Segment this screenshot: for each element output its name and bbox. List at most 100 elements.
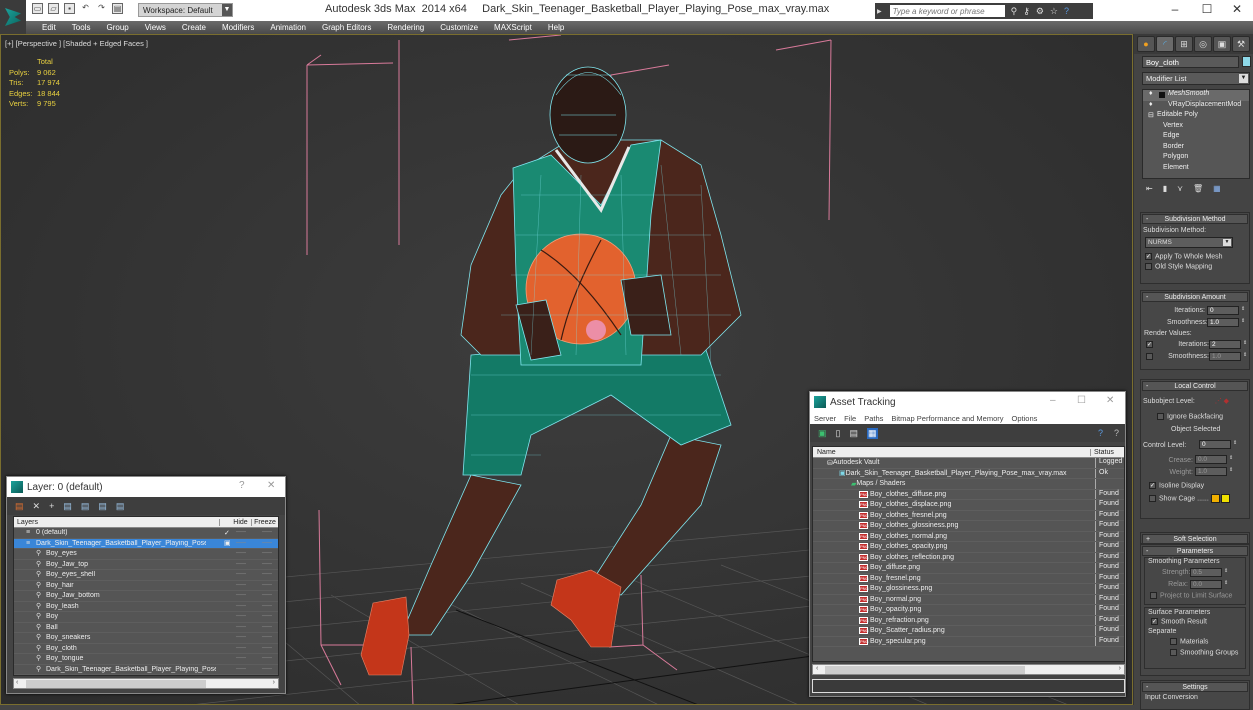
hide-toggle[interactable]: ── xyxy=(236,529,246,536)
menu-paths[interactable]: Paths xyxy=(864,414,883,423)
close-button[interactable]: ✕ xyxy=(1222,2,1252,16)
rollout-header[interactable]: - Subdivision Amount xyxy=(1142,292,1248,302)
layer-row[interactable]: ⚲ Boy_Jaw_top ── ── xyxy=(14,560,278,570)
asset-row[interactable]: PNG Boy_clothes_normal.png Found xyxy=(813,531,1124,542)
project-folder-icon[interactable]: ▤ xyxy=(112,3,123,14)
freeze-toggle[interactable]: ── xyxy=(262,529,272,536)
menu-graph-editors[interactable]: Graph Editors xyxy=(314,23,379,32)
cage-color-swatch[interactable] xyxy=(1210,493,1220,503)
project-limit-surface-checkbox[interactable]: Project to Limit Surface xyxy=(1150,592,1242,599)
hide-toggle[interactable]: ── xyxy=(236,624,246,631)
asset-row[interactable]: ⛁ Autodesk VaultLogged O xyxy=(813,458,1124,469)
asset-row[interactable]: PNG Boy_fresnel.png Found xyxy=(813,573,1124,584)
hide-toggle[interactable]: ── xyxy=(236,666,246,673)
freeze-toggle[interactable]: ── xyxy=(262,540,272,547)
stack-item-vraydisplacement[interactable]: ♦ VRayDisplacementMod xyxy=(1143,101,1249,112)
show-end-result-icon[interactable]: ▮ xyxy=(1163,184,1167,193)
asset-row[interactable]: PNG Boy_clothes_reflection.png Found xyxy=(813,552,1124,563)
dialog-title-bar[interactable]: Asset Tracking – ☐ ✕ xyxy=(810,392,1125,412)
context-help-icon[interactable]: ? xyxy=(1114,428,1119,438)
hide-all-icon[interactable]: ▤ xyxy=(98,501,107,512)
stack-item-edge[interactable]: Edge xyxy=(1143,132,1249,143)
subdivision-method-dropdown[interactable]: NURMS ▼ xyxy=(1145,237,1233,248)
help-icon[interactable]: ? xyxy=(1064,6,1069,17)
minimize-button[interactable]: – xyxy=(1160,2,1190,16)
hide-toggle[interactable]: ── xyxy=(236,540,246,547)
rollout-header[interactable]: - Subdivision Method xyxy=(1142,214,1248,224)
ignore-backfacing-checkbox[interactable]: Ignore Backfacing xyxy=(1157,413,1249,420)
menu-server[interactable]: Server xyxy=(814,414,836,423)
menu-animation[interactable]: Animation xyxy=(262,23,314,32)
menu-views[interactable]: Views xyxy=(137,23,174,32)
spinner-arrows-icon[interactable]: ⇕ xyxy=(1241,318,1246,327)
layer-row[interactable]: ⚲ Boy_eyes ── ── xyxy=(14,549,278,560)
show-cage-checkbox[interactable]: Show Cage ...... xyxy=(1149,493,1249,503)
star-icon[interactable]: ☆ xyxy=(1050,6,1058,17)
list-view-icon[interactable]: ▯ xyxy=(836,428,841,439)
set-current-layer-icon[interactable]: ▣ xyxy=(224,539,231,547)
smoothness-spinner[interactable]: Smoothness: 1.0 ⇕ xyxy=(1167,318,1249,327)
freeze-toggle[interactable]: ── xyxy=(262,613,272,620)
spinner-arrows-icon[interactable]: ⇕ xyxy=(1224,580,1229,589)
highlight-icon[interactable]: ▤ xyxy=(81,501,90,512)
layer-row[interactable]: ⚲ Boy_hair ── ── xyxy=(14,581,278,591)
hide-toggle[interactable]: ── xyxy=(236,613,246,620)
vault-login-icon[interactable]: ▣ xyxy=(818,428,827,439)
undo-icon[interactable]: ↶ xyxy=(80,3,91,14)
layer-row[interactable]: ⚲ Boy_leash ── ── xyxy=(14,602,278,612)
lightbulb-icon[interactable]: ♦ xyxy=(1149,90,1153,97)
dialog-title-bar[interactable]: Layer: 0 (default) ? ✕ xyxy=(7,477,285,497)
layer-row[interactable]: ⚲ Boy ── ── xyxy=(14,612,278,623)
rollout-header[interactable]: + Soft Selection xyxy=(1142,534,1248,544)
workspace-dropdown[interactable]: Workspace: Default ▼ xyxy=(138,3,233,17)
isoline-display-checkbox[interactable]: ✓ Isoline Display xyxy=(1149,482,1249,490)
hide-toggle[interactable]: ── xyxy=(236,571,246,578)
stack-item-polygon[interactable]: Polygon xyxy=(1143,153,1249,164)
current-layer-check-icon[interactable]: ✓ xyxy=(224,529,230,537)
control-level-spinner[interactable]: Control Level: 0 ⇕ xyxy=(1143,440,1249,450)
scrollbar-thumb[interactable] xyxy=(825,666,1025,674)
modifier-toggle-icon[interactable] xyxy=(1159,92,1165,98)
make-unique-icon[interactable]: ⋎ xyxy=(1177,184,1183,193)
application-button[interactable] xyxy=(0,0,26,34)
scroll-left-icon[interactable]: ‹ xyxy=(16,679,18,686)
cage-selected-color-swatch[interactable] xyxy=(1220,493,1230,503)
asset-path-field[interactable] xyxy=(812,679,1125,693)
hide-toggle[interactable]: ── xyxy=(236,645,246,652)
pin-stack-icon[interactable]: ⇤ xyxy=(1146,184,1153,193)
hide-toggle[interactable]: ── xyxy=(236,582,246,589)
asset-row[interactable]: PNG Boy_glossiness.png Found xyxy=(813,584,1124,595)
menu-file[interactable]: File xyxy=(844,414,856,423)
hierarchy-icon[interactable]: ⊞ xyxy=(1175,36,1193,52)
layer-row[interactable]: ⚲ Dark_Skin_Teenager_Basketball_Player_Pl… xyxy=(14,665,278,675)
object-color-swatch[interactable] xyxy=(1242,56,1251,67)
asset-row[interactable]: ▣ Dark_Skin_Teenager_Basketball_Player_P… xyxy=(813,468,1124,479)
layer-row[interactable]: ⚲ Boy_Jaw_bottom ── ── xyxy=(14,591,278,602)
iterations-spinner[interactable]: Iterations: 0 ⇕ xyxy=(1167,306,1249,315)
new-file-icon[interactable]: ▭ xyxy=(32,3,43,14)
rollout-header[interactable]: - Local Control xyxy=(1142,381,1248,391)
spinner-arrows-icon[interactable]: ⇕ xyxy=(1243,340,1248,349)
menu-customize[interactable]: Customize xyxy=(432,23,486,32)
menu-options[interactable]: Options xyxy=(1012,414,1038,423)
menu-bitmap-performance[interactable]: Bitmap Performance and Memory xyxy=(891,414,1003,423)
column-layers[interactable]: Layers xyxy=(14,518,220,526)
smooth-result-checkbox[interactable]: ✓ Smooth Result xyxy=(1151,618,1242,625)
spinner-arrows-icon[interactable]: ⇕ xyxy=(1243,352,1248,361)
spinner-arrows-icon[interactable]: ⇕ xyxy=(1229,455,1234,464)
freeze-toggle[interactable]: ── xyxy=(262,634,272,641)
layer-row[interactable]: ⚲ Boy_eyes_shell ── ── xyxy=(14,570,278,581)
freeze-toggle[interactable]: ── xyxy=(262,561,272,568)
redo-icon[interactable]: ↷ xyxy=(96,3,107,14)
key-icon[interactable]: ⚷ xyxy=(1023,6,1030,17)
hide-toggle[interactable]: ── xyxy=(236,634,246,641)
detail-view-icon[interactable]: ▤ xyxy=(849,428,858,439)
minimize-button[interactable]: – xyxy=(1050,395,1056,406)
lightbulb-icon[interactable]: ♦ xyxy=(1149,101,1153,108)
configure-modifier-sets-icon[interactable]: ▦ xyxy=(1213,184,1221,193)
hide-toggle[interactable]: ── xyxy=(236,561,246,568)
stack-item-editable-poly[interactable]: ⊟ Editable Poly xyxy=(1143,111,1249,122)
spinner-arrows-icon[interactable]: ⇕ xyxy=(1233,440,1238,449)
asset-row[interactable]: PNG Boy_clothes_diffuse.png Found xyxy=(813,489,1124,500)
help-icon[interactable]: ? xyxy=(1098,428,1103,438)
